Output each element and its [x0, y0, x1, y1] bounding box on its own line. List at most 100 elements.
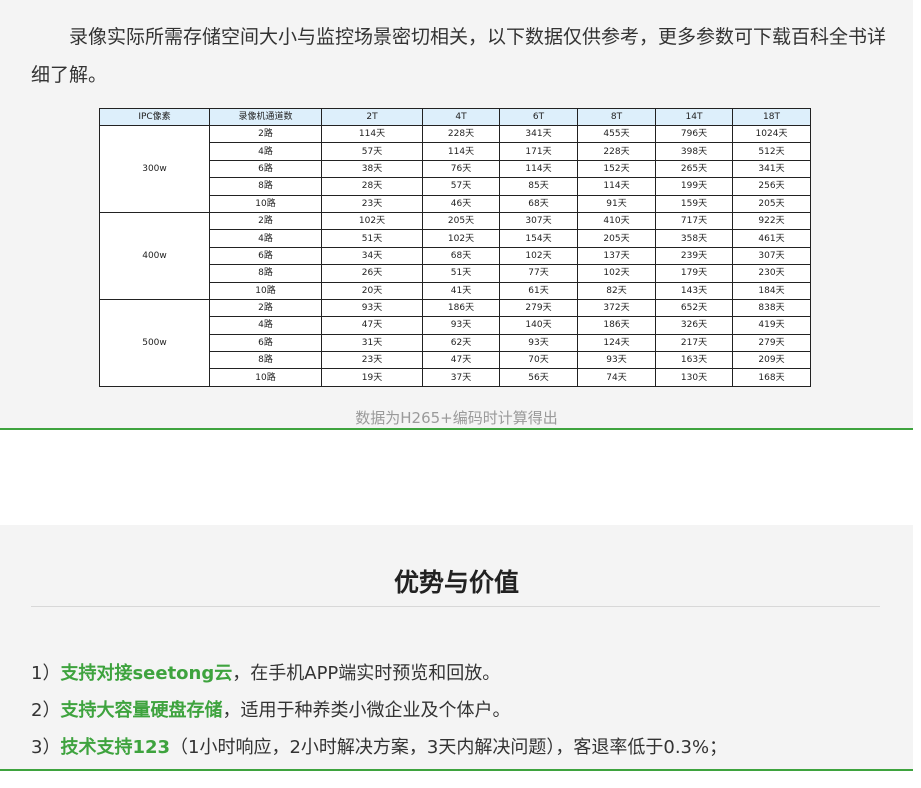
- days-cell: 256天: [732, 177, 811, 196]
- days-cell: 102天: [577, 264, 656, 283]
- table-header-row: IPC像素 录像机通道数 2T 4T 6T 8T 14T 18T: [99, 108, 811, 126]
- days-cell: 20天: [321, 281, 423, 300]
- days-cell: 102天: [499, 246, 578, 266]
- table-caption: 数据为H265+编码时计算得出: [355, 409, 558, 427]
- section-gap: [0, 430, 921, 525]
- days-cell: 512天: [732, 142, 811, 161]
- days-cell: 38天: [321, 159, 423, 179]
- days-cell: 61天: [499, 281, 578, 300]
- days-cell: 140天: [499, 316, 578, 335]
- channel-cell: 4路: [209, 229, 322, 248]
- days-cell: 154天: [499, 229, 578, 248]
- days-cell: 23天: [321, 351, 423, 370]
- days-cell: 93天: [577, 351, 656, 370]
- days-cell: 279天: [499, 298, 578, 318]
- days-cell: 102天: [321, 211, 423, 231]
- header-cell: 4T: [422, 108, 500, 126]
- channel-cell: 8路: [209, 177, 322, 196]
- table-row: 500w 2路 93天 186天 279天 372天 652天 838天: [99, 298, 811, 388]
- days-cell: 23天: [321, 194, 423, 213]
- pixel-cell: 400w: [99, 211, 210, 300]
- item-number: 3）: [31, 737, 61, 758]
- channel-cell: 4路: [209, 316, 322, 335]
- days-cell: 372天: [577, 298, 656, 318]
- storage-table: IPC像素 录像机通道数 2T 4T 6T 8T 14T 18T 300w 2路 1…: [99, 108, 811, 388]
- channel-cell: 2路: [209, 298, 322, 318]
- days-cell: 56天: [499, 368, 578, 387]
- days-cell: 341天: [732, 159, 811, 179]
- header-cell: 录像机通道数: [209, 108, 322, 126]
- days-cell: 77天: [499, 264, 578, 283]
- days-cell: 70天: [499, 351, 578, 370]
- days-cell: 26天: [321, 264, 423, 283]
- item-number: 2）: [31, 700, 61, 721]
- days-cell: 74天: [577, 368, 656, 387]
- days-cell: 114天: [422, 142, 500, 161]
- days-cell: 209天: [732, 351, 811, 370]
- pixel-cell: 500w: [99, 298, 210, 388]
- channel-cell: 2路: [209, 124, 322, 144]
- days-cell: 652天: [655, 298, 733, 318]
- days-cell: 41天: [422, 281, 500, 300]
- channel-cell: 6路: [209, 159, 322, 179]
- days-cell: 1024天: [732, 124, 811, 144]
- days-cell: 93天: [499, 333, 578, 353]
- days-cell: 398天: [655, 142, 733, 161]
- days-cell: 76天: [422, 159, 500, 179]
- days-cell: 922天: [732, 211, 811, 231]
- days-cell: 461天: [732, 229, 811, 248]
- item-text: ，在手机APP端实时预览和回放。: [232, 663, 501, 684]
- days-cell: 228天: [577, 142, 656, 161]
- days-cell: 199天: [655, 177, 733, 196]
- days-cell: 62天: [422, 333, 500, 353]
- item-text: ，适用于种养类小微企业及个体户。: [222, 700, 511, 721]
- header-cell: 14T: [655, 108, 733, 126]
- days-cell: 307天: [499, 211, 578, 231]
- title-divider: [31, 606, 880, 607]
- days-cell: 34天: [321, 246, 423, 266]
- table-row: 300w 2路 114天 228天 341天 455天 796天 1024天: [99, 124, 811, 213]
- channel-cell: 6路: [209, 333, 322, 353]
- advantages-section: 优势与价值 1）支持对接seetong云，在手机APP端实时预览和回放。 2）支…: [0, 525, 913, 771]
- days-cell: 31天: [321, 333, 423, 353]
- days-cell: 57天: [422, 177, 500, 196]
- days-cell: 838天: [732, 298, 811, 318]
- days-cell: 171天: [499, 142, 578, 161]
- days-cell: 91天: [577, 194, 656, 213]
- header-cell: 18T: [732, 108, 811, 126]
- days-cell: 186天: [577, 316, 656, 335]
- days-cell: 179天: [655, 264, 733, 283]
- channel-cell: 10路: [209, 368, 322, 387]
- header-cell: 8T: [577, 108, 656, 126]
- days-cell: 37天: [422, 368, 500, 387]
- header-cell: 6T: [499, 108, 578, 126]
- days-cell: 239天: [655, 246, 733, 266]
- advantages-title: 优势与价值: [393, 568, 519, 597]
- days-cell: 114天: [499, 159, 578, 179]
- days-cell: 68天: [499, 194, 578, 213]
- days-cell: 455天: [577, 124, 656, 144]
- pixel-cell: 300w: [99, 125, 210, 213]
- item-highlight: 支持对接seetong云: [60, 663, 233, 684]
- storage-section: 录像实际所需存储空间大小与监控场景密切相关，以下数据仅供参考，更多参数可下载百科…: [0, 0, 913, 430]
- days-cell: 410天: [577, 211, 656, 231]
- header-cell: IPC像素: [99, 108, 210, 126]
- days-cell: 717天: [655, 211, 733, 231]
- channel-cell: 4路: [209, 142, 322, 161]
- days-cell: 47天: [422, 351, 500, 370]
- days-cell: 228天: [422, 124, 500, 144]
- days-cell: 205天: [732, 194, 811, 213]
- channel-cell: 6路: [209, 246, 322, 266]
- advantage-item: 3）技术支持123（1小时响应，2小时解决方案，3天内解决问题），客退率低于0.…: [31, 729, 727, 766]
- days-cell: 341天: [499, 124, 578, 144]
- days-cell: 82天: [577, 281, 656, 300]
- days-cell: 93天: [422, 316, 500, 335]
- days-cell: 47天: [321, 316, 423, 335]
- days-cell: 114天: [577, 177, 656, 196]
- item-text: （1小时响应，2小时解决方案，3天内解决问题），客退率低于0.3%；: [170, 737, 728, 758]
- days-cell: 217天: [655, 333, 733, 353]
- channel-cell: 2路: [209, 211, 322, 231]
- days-cell: 137天: [577, 246, 656, 266]
- days-cell: 307天: [732, 246, 811, 266]
- days-cell: 28天: [321, 177, 423, 196]
